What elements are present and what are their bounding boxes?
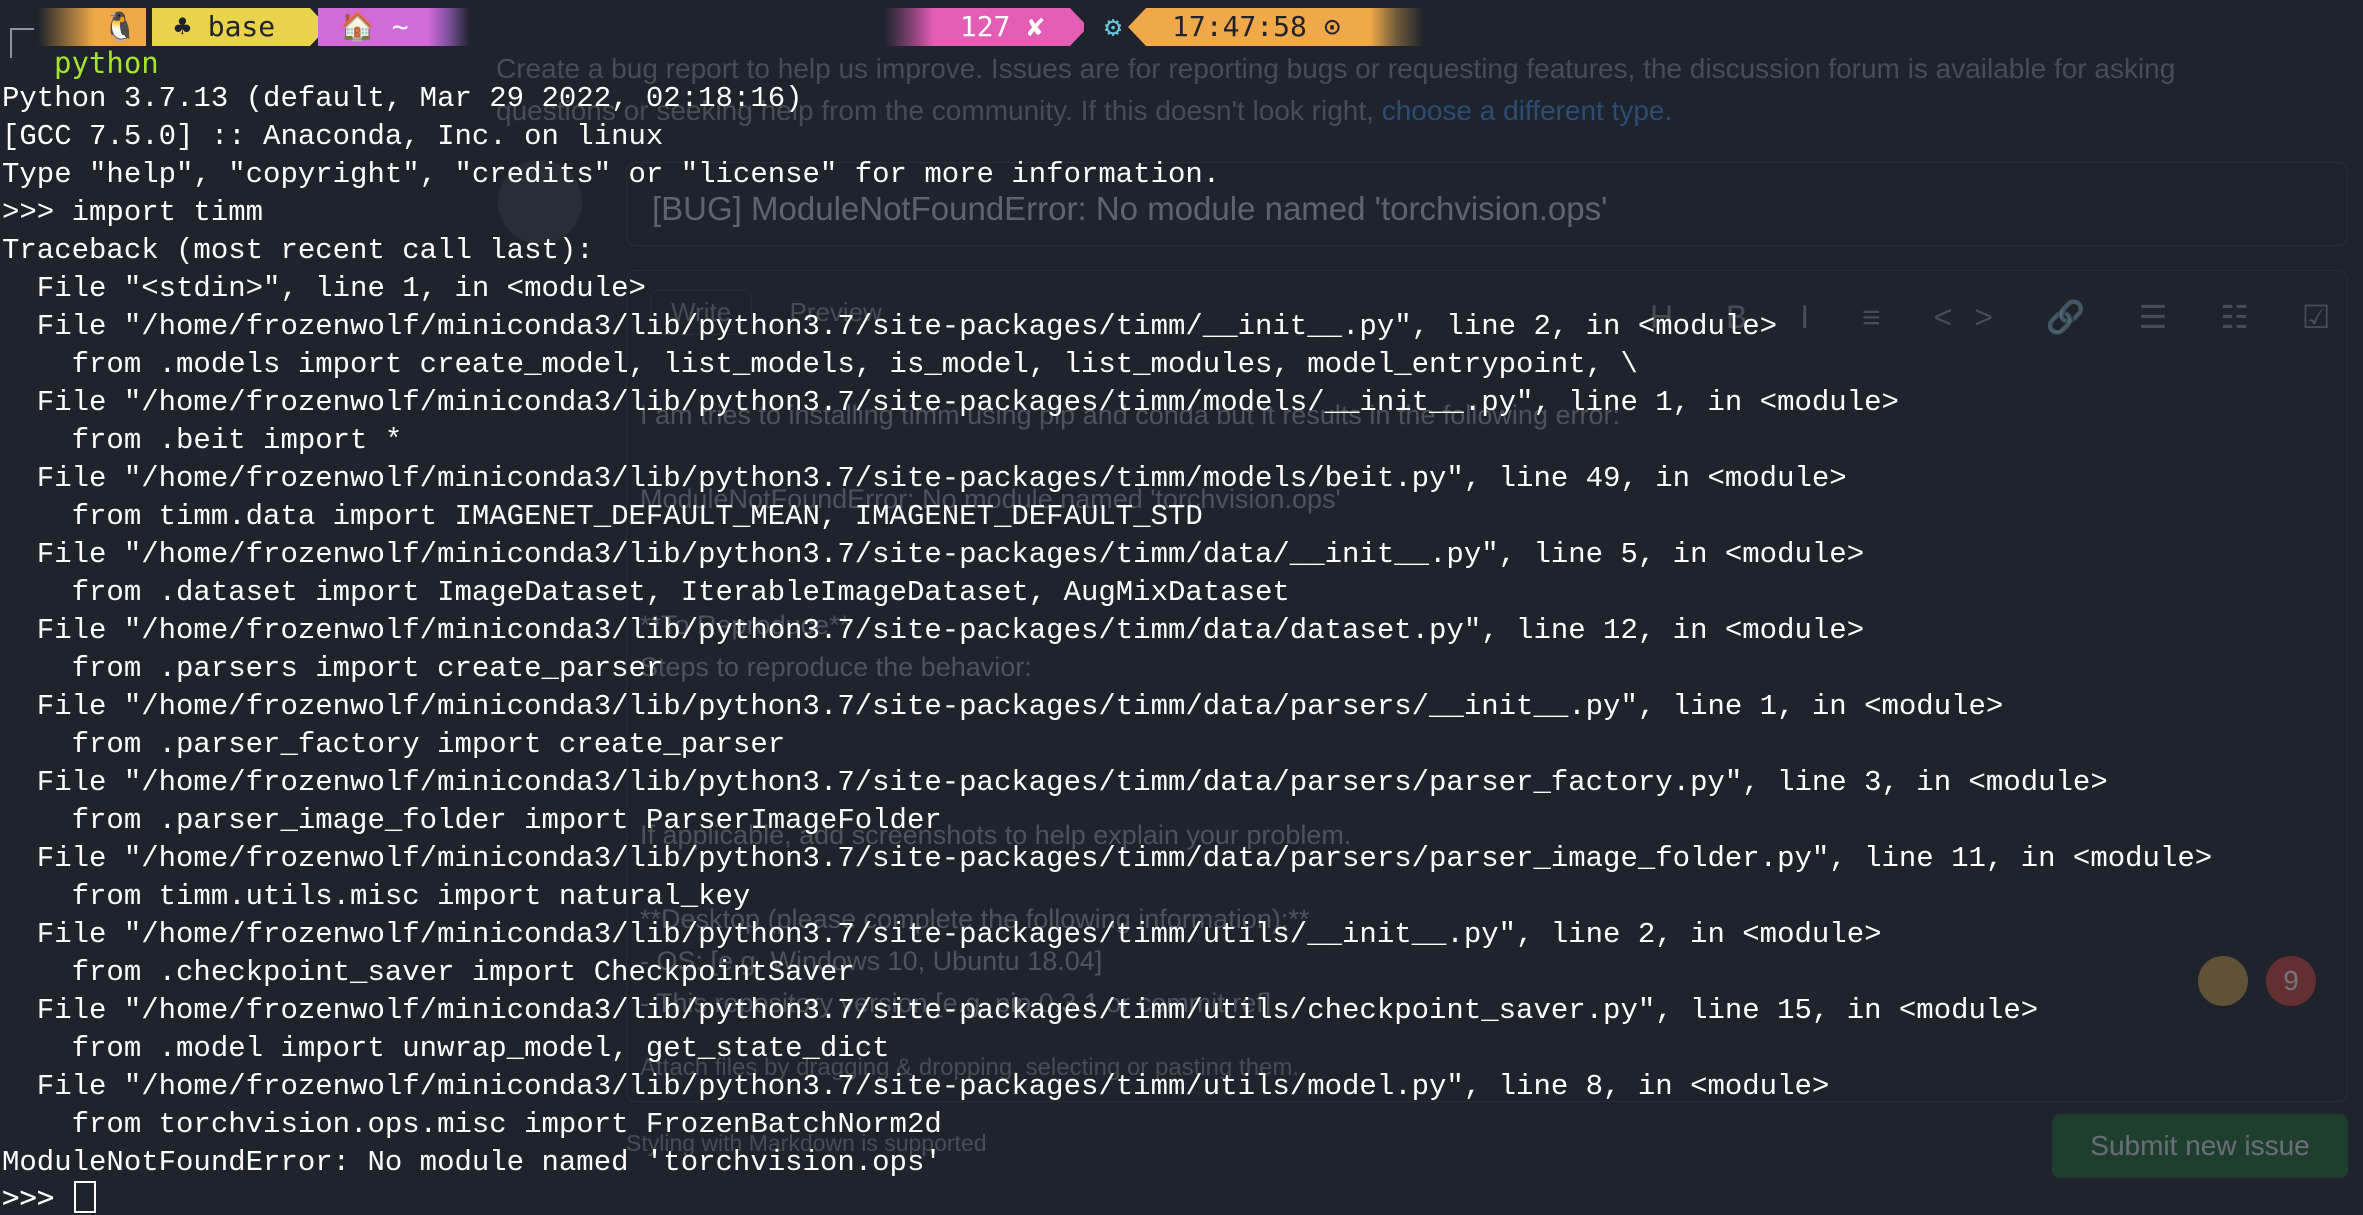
typed-command: python (54, 46, 159, 80)
notification-badge[interactable]: 9 (2266, 956, 2316, 1006)
cwd-segment: 🏠 ~ (318, 8, 428, 46)
text-cursor (73, 1181, 96, 1213)
terminal-line: from torchvision.ops.misc import FrozenB… (2, 1108, 942, 1141)
terminal-line: [GCC 7.5.0] :: Anaconda, Inc. on linux (2, 120, 664, 153)
prompt-fade (884, 8, 934, 46)
terminal-line: File "/home/frozenwolf/miniconda3/lib/py… (2, 994, 2039, 1027)
terminal-line: from .parser_image_folder import ParserI… (2, 804, 942, 837)
terminal-output[interactable]: Python 3.7.13 (default, Mar 29 2022, 02:… (2, 80, 2212, 1182)
terminal-line: from .beit import * (2, 424, 403, 457)
terminal-line: File "/home/frozenwolf/miniconda3/lib/py… (2, 766, 2108, 799)
terminal-line: File "/home/frozenwolf/miniconda3/lib/py… (2, 614, 1865, 647)
terminal-line: from timm.data import IMAGENET_DEFAULT_M… (2, 500, 1203, 533)
prompt-frame-corner (10, 28, 34, 58)
terminal-line: File "/home/frozenwolf/miniconda3/lib/py… (2, 690, 2004, 723)
terminal-line: from .dataset import ImageDataset, Itera… (2, 576, 1290, 609)
terminal-line: File "/home/frozenwolf/miniconda3/lib/py… (2, 538, 1865, 571)
env-name: base (207, 10, 276, 43)
conda-env-segment: ♣ base (152, 8, 310, 46)
prompt-fade-left (38, 8, 94, 46)
terminal-line: Type "help", "copyright", "credits" or "… (2, 158, 1221, 191)
clock-time: 17:47:58 ⊙ (1146, 8, 1370, 46)
repl-prompt-marker: >>> (2, 1180, 72, 1214)
terminal-line: ModuleNotFoundError: No module named 'to… (2, 1146, 942, 1179)
terminal-line: File "/home/frozenwolf/miniconda3/lib/py… (2, 1070, 1830, 1103)
terminal-line: >>> import timm (2, 196, 264, 229)
terminal-line: File "<stdin>", line 1, in <module> (2, 272, 646, 305)
repl-prompt[interactable]: >>> (2, 1180, 96, 1214)
terminal-line: File "/home/frozenwolf/miniconda3/lib/py… (2, 918, 1882, 951)
cwd-path: ~ (391, 10, 409, 43)
exit-status-segment: 127 ✘ (934, 8, 1070, 46)
segment-separator (1128, 8, 1146, 46)
terminal-line: Traceback (most recent call last): (2, 234, 594, 267)
terminal-line: from .parsers import create_parser (2, 652, 664, 685)
terminal-line: File "/home/frozenwolf/miniconda3/lib/py… (2, 386, 1899, 419)
terminal-line: File "/home/frozenwolf/miniconda3/lib/py… (2, 842, 2213, 875)
terminal-line: from .checkpoint_saver import Checkpoint… (2, 956, 855, 989)
terminal-line: Python 3.7.13 (default, Mar 29 2022, 02:… (2, 82, 803, 115)
prompt-fade (428, 8, 470, 46)
terminal-line: from .parser_factory import create_parse… (2, 728, 786, 761)
python-env-icon: ♣ (174, 10, 191, 43)
prompt-fade (1370, 8, 1424, 46)
linux-penguin-icon: 🐧 (94, 8, 146, 46)
terminal-line: from .models import create_model, list_m… (2, 348, 1638, 381)
terminal-line: from .model import unwrap_model, get_sta… (2, 1032, 890, 1065)
terminal-line: File "/home/frozenwolf/miniconda3/lib/py… (2, 310, 1778, 343)
terminal-line: File "/home/frozenwolf/miniconda3/lib/py… (2, 462, 1847, 495)
terminal-line: from timm.utils.misc import natural_key (2, 880, 751, 913)
home-icon: 🏠 (340, 10, 375, 43)
